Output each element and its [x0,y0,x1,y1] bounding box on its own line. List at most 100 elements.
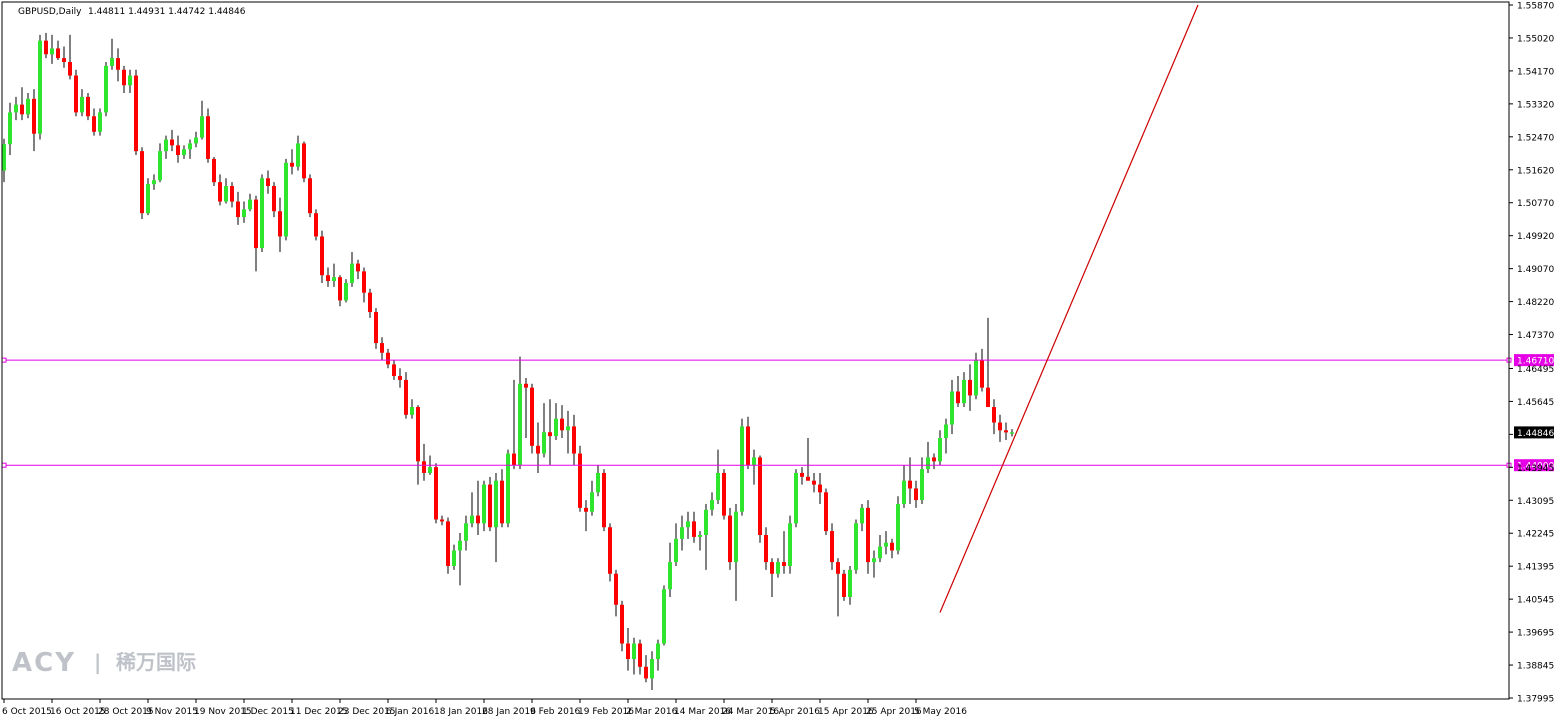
y-tick-label: 1.47370 [1517,331,1554,341]
candle [302,141,306,183]
chart-window: 1.46710 1.44000 1.55870 1.55020 1.54170 1.53… [0,0,1555,722]
bull-candle-body [14,104,18,113]
bear-candle-body [812,480,816,485]
bear-candle-body [908,480,912,489]
bear-candle-body [614,573,618,605]
y-tick-label: 1.49920 [1517,232,1554,242]
bull-candle-body [788,523,792,566]
candle [842,569,846,601]
chart-symbol: GBPUSD,Daily [18,7,82,17]
bear-candle-body [440,519,444,522]
bull-candle-body [242,209,246,218]
candle [446,517,450,574]
y-tick-label: 1.51620 [1517,166,1554,176]
bull-candle-body [668,562,672,590]
bull-candle-body [710,500,714,510]
bear-candle-body [206,116,210,159]
bear-candle-body [836,562,840,574]
x-tick-label: 5 May 2016 [914,707,967,717]
bull-candle-body [902,480,906,504]
bull-candle-body [878,546,882,559]
bull-candle-body [734,511,738,563]
bull-candle-body [860,507,864,524]
bear-candle-body [404,379,408,415]
bear-candle-body [386,352,390,365]
bear-candle-body [218,182,222,202]
chart-ohlc: 1.44811 1.44931 1.44742 1.44846 [88,7,246,17]
bull-candle-body [938,438,942,462]
bear-candle-body [932,457,936,462]
bear-candle-body [524,383,528,388]
bull-candle-body [680,527,684,539]
bear-candle-body [398,376,402,380]
bear-candle-body [86,96,90,117]
bear-candle-body [500,480,504,524]
bull-candle-body [686,521,690,528]
bear-candle-body [692,521,696,537]
y-tick-label: 1.43945 [1517,464,1554,474]
x-tick-label: 5 Apr 2016 [770,707,820,717]
bull-candle-body [650,659,654,679]
bear-candle-body [176,145,180,156]
bull-candle-body [716,472,720,501]
bear-candle-body [992,407,996,423]
candle [74,69,78,117]
bull-candle-body [632,643,636,660]
y-tick-label: 1.45645 [1517,398,1554,408]
candle [308,174,312,218]
bear-candle-body [368,292,372,313]
bull-candle-body [128,75,132,86]
bear-candle-body [62,58,66,62]
bear-candle-body [320,236,324,276]
horizontal-line-handle[interactable] [1,357,7,363]
bear-candle-body [374,312,378,344]
y-tick-label: 1.42245 [1517,530,1554,540]
bear-candle-body [620,604,624,644]
x-tick-label: 9 Feb 2016 [530,707,581,717]
bull-candle-body [962,379,966,404]
bear-candle-body [380,343,384,353]
bull-candle-body [506,453,510,524]
bear-candle-body [290,162,294,167]
candle [284,158,288,241]
bull-candle-body [596,472,600,493]
bear-candle-body [488,484,492,528]
x-tick-label: 9 Nov 2015 [146,707,198,717]
bear-candle-body [626,643,630,660]
bear-candle-body [476,515,480,524]
y-tick-label: 1.48220 [1517,298,1554,308]
x-tick-label: 18 Jan 2016 [434,707,488,717]
bear-candle-body [800,472,804,477]
candle [722,469,726,520]
y-tick-label: 1.40545 [1517,596,1554,606]
bull-candle-body [8,112,12,145]
bear-candle-body [272,186,276,212]
bear-candle-body [998,422,1002,431]
bear-candle-body [770,562,774,574]
candle [260,174,264,252]
bull-candle-body [920,469,924,501]
candle [434,463,438,524]
bear-candle-body [446,521,450,566]
y-tick-label: 1.39695 [1517,629,1554,639]
bull-candle-body [1010,432,1014,434]
bull-candle-body [554,418,558,437]
x-tick-label: 6 Oct 2015 [2,707,52,717]
y-tick-label: 1.55020 [1517,34,1554,44]
bear-candle-body [638,643,642,667]
bull-candle-body [50,48,54,55]
bull-candle-body [872,558,876,563]
bull-candle-body [296,143,300,167]
bull-candle-body [200,116,204,138]
bear-candle-body [56,48,60,59]
candlestick-chart[interactable]: 1.467101.44000 1.558701.550201.541701.53… [0,0,1555,722]
horizontal-line-handle[interactable] [1,462,7,468]
bear-candle-body [236,201,240,218]
y-tick-label: 1.38845 [1517,662,1554,672]
candle [854,519,858,574]
y-tick-label: 1.50770 [1517,199,1554,209]
candle [794,469,798,528]
bull-candle-body [566,426,570,431]
bull-candle-body [494,480,498,528]
bear-candle-body [818,484,822,493]
